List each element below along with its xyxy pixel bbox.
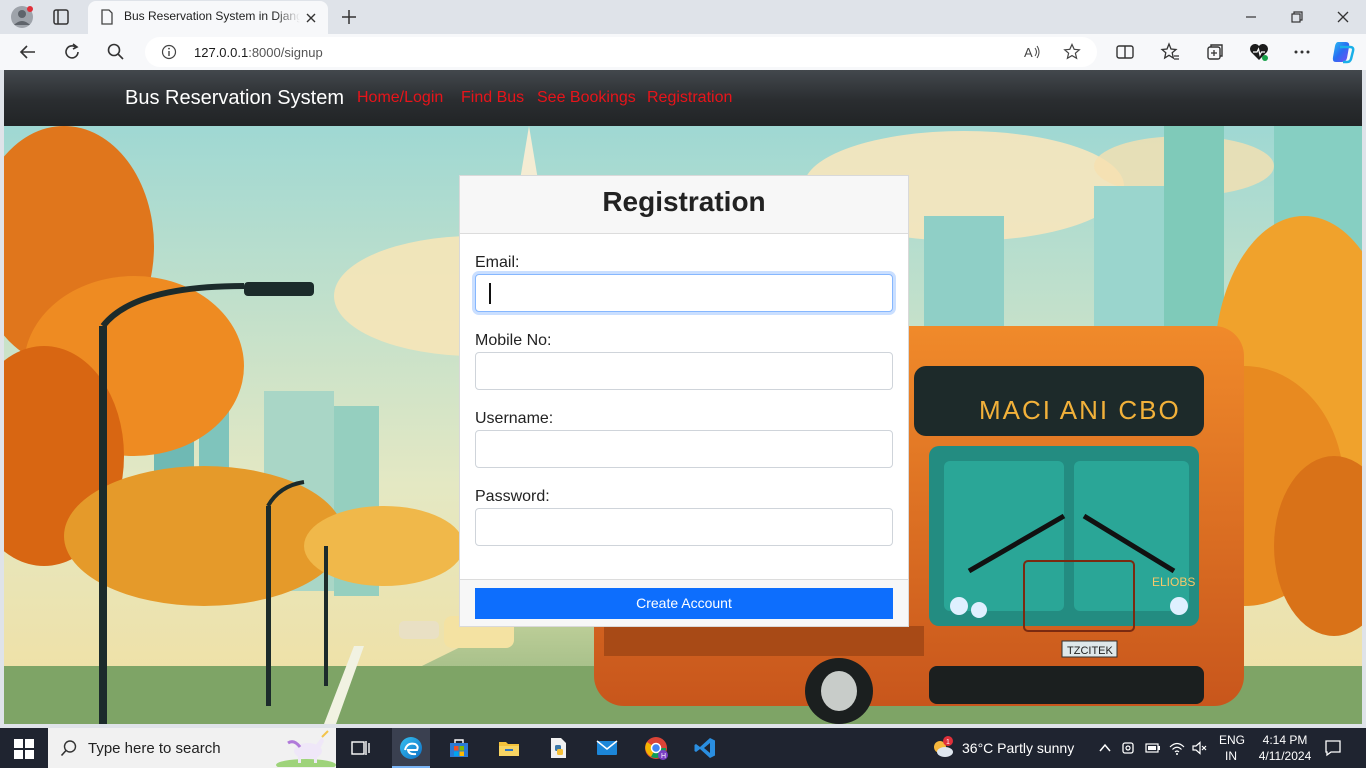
site-info-icon[interactable] [161, 44, 177, 60]
clock-time: 4:14 PM [1262, 733, 1308, 747]
tab-actions-icon[interactable] [50, 6, 72, 28]
nav-link-home-login[interactable]: Home/Login [357, 89, 443, 107]
page-viewport: MACI ANI CBO ELIOBS TZCITEK Bus Reservat… [4, 70, 1362, 724]
file-explorer-icon[interactable] [497, 736, 521, 760]
address-bar[interactable]: 127.0.0.1:8000/signup A [145, 37, 1097, 67]
mobile-field[interactable] [475, 352, 893, 390]
system-clock[interactable]: 4:14 PM 4/11/2024 [1250, 732, 1320, 764]
url-text[interactable]: 127.0.0.1:8000/signup [194, 45, 323, 60]
text-cursor [489, 283, 491, 304]
bus-side-number: ELIOBS [1152, 575, 1195, 589]
nav-link-registration[interactable]: Registration [647, 89, 732, 107]
edge-browser-icon[interactable] [399, 736, 423, 760]
url-path: :8000/signup [248, 45, 323, 60]
mail-icon[interactable] [595, 736, 619, 760]
page-document-icon [101, 9, 113, 25]
chrome-profile-icon[interactable]: H [644, 736, 668, 760]
browser-titlebar: Bus Reservation System in Django [0, 0, 1366, 34]
page-title: Registration [602, 186, 766, 217]
restore-icon[interactable] [1286, 6, 1308, 28]
browser-essentials-icon[interactable] [1248, 41, 1270, 63]
url-host: 127.0.0.1 [194, 45, 249, 60]
task-view-icon[interactable] [348, 736, 372, 760]
collections-icon[interactable] [1204, 41, 1226, 63]
username-label: Username: [475, 410, 554, 427]
search-icon [60, 740, 77, 757]
search-icon[interactable] [105, 41, 127, 63]
search-placeholder: Type here to search [88, 740, 221, 757]
profile-avatar-icon[interactable] [10, 5, 34, 29]
chevron-up-icon[interactable] [1097, 740, 1113, 756]
more-menu-icon[interactable] [1291, 41, 1313, 63]
region-code: IN [1225, 749, 1237, 763]
favorite-star-icon[interactable] [1063, 43, 1081, 61]
notification-center-icon[interactable] [1324, 739, 1342, 757]
copilot-icon[interactable] [1330, 39, 1356, 65]
refresh-icon[interactable] [61, 41, 83, 63]
window-border-right [1362, 70, 1366, 728]
weather-text[interactable]: 36°C Partly sunny [962, 740, 1074, 756]
weather-badge-count: 1 [946, 739, 950, 746]
email-label: Email: [475, 254, 520, 271]
read-aloud-icon[interactable]: A [1023, 43, 1041, 61]
battery-icon[interactable] [1145, 740, 1161, 756]
browser-toolbar: 127.0.0.1:8000/signup A [0, 34, 1366, 70]
password-field[interactable] [475, 508, 893, 546]
language-code: ENG [1219, 733, 1246, 747]
bus-destination-sign: MACI ANI CBO [979, 395, 1181, 425]
password-label: Password: [475, 488, 550, 505]
microsoft-store-icon[interactable] [447, 736, 471, 760]
favorites-icon[interactable] [1159, 41, 1181, 63]
create-account-button[interactable]: Create Account [475, 588, 893, 619]
email-field[interactable] [475, 274, 893, 312]
taskbar-search-box[interactable]: Type here to search [48, 728, 336, 768]
close-window-icon[interactable] [1332, 6, 1354, 28]
windows-start-icon[interactable] [14, 739, 34, 759]
split-screen-icon[interactable] [1114, 41, 1136, 63]
site-navbar: Bus Reservation System Home/Login Find B… [4, 70, 1362, 126]
wifi-icon[interactable] [1169, 740, 1185, 756]
nav-link-find-bus[interactable]: Find Bus [461, 89, 524, 107]
clock-date: 4/11/2024 [1258, 749, 1312, 763]
close-tab-icon[interactable] [303, 10, 319, 26]
input-language[interactable]: ENG IN [1219, 732, 1246, 764]
nav-link-see-bookings[interactable]: See Bookings [537, 89, 636, 107]
card-footer: Create Account [460, 579, 908, 626]
browser-tab-active[interactable]: Bus Reservation System in Django [88, 1, 328, 34]
mobile-label: Mobile No: [475, 332, 552, 349]
bus-license-plate: TZCITEK [1067, 645, 1113, 657]
python-file-icon[interactable] [546, 736, 570, 760]
navbar-brand[interactable]: Bus Reservation System [125, 87, 344, 110]
search-highlight-unicorn-icon [276, 730, 336, 767]
svg-text:H: H [661, 753, 666, 760]
svg-text:A: A [1024, 45, 1033, 60]
minimize-icon[interactable] [1240, 6, 1262, 28]
windows-taskbar: Type here to search H 1 36°C Partly sunn… [0, 728, 1366, 768]
tab-title: Bus Reservation System in Django [124, 9, 300, 23]
registration-card: Registration Email: Mobile No: Username:… [459, 175, 909, 627]
back-icon[interactable] [17, 41, 39, 63]
new-tab-icon[interactable] [338, 6, 360, 28]
weather-partly-sunny-icon[interactable]: 1 [930, 736, 954, 758]
vscode-icon[interactable] [693, 736, 717, 760]
username-field[interactable] [475, 430, 893, 468]
meet-camera-icon[interactable] [1121, 740, 1137, 756]
volume-muted-icon[interactable] [1192, 740, 1208, 756]
card-header: Registration [460, 176, 908, 234]
